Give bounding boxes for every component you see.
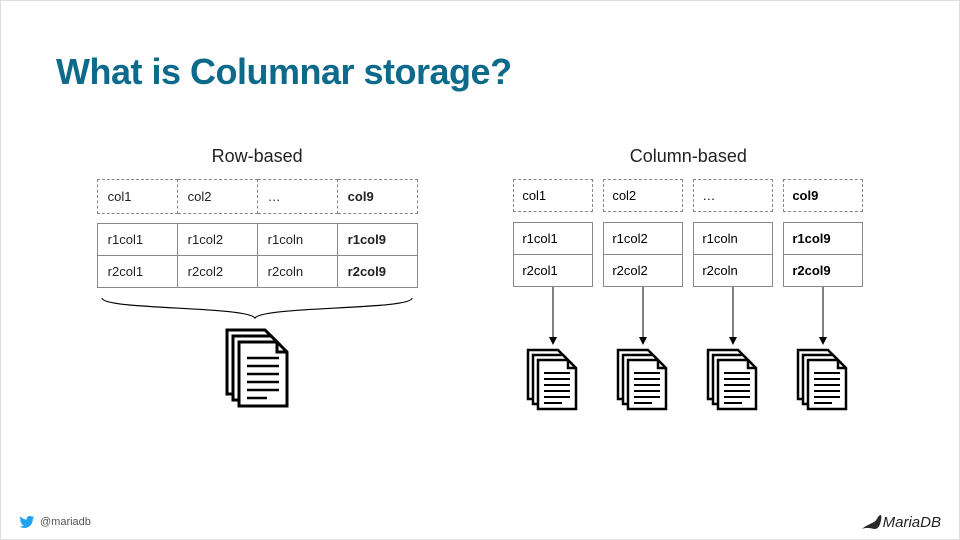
column-header: col9 — [783, 179, 863, 212]
column-based-label: Column-based — [630, 146, 747, 167]
row-header-cell: … — [257, 180, 337, 214]
column-body: r1col1 r2col1 — [513, 222, 593, 287]
twitter-handle-text: @mariadb — [40, 516, 91, 528]
row-data-row: r2col1 r2col2 r2coln r2col9 — [97, 256, 417, 288]
mariadb-seal-icon — [855, 513, 883, 531]
row-data-row: r1col1 r1col2 r1coln r1col9 — [97, 224, 417, 256]
column-unit: col1 r1col1 r2col1 — [513, 179, 593, 417]
column-cell: r2col2 — [604, 255, 682, 286]
column-header: col1 — [513, 179, 593, 212]
slide-title: What is Columnar storage? — [56, 51, 512, 93]
row-based-label: Row-based — [212, 146, 303, 167]
twitter-handle: @mariadb — [19, 514, 91, 530]
column-header: col2 — [603, 179, 683, 212]
column-set: col1 r1col1 r2col1 — [513, 179, 863, 417]
column-based-block: Column-based col1 r1col1 r2col1 — [513, 146, 863, 417]
files-icon — [702, 347, 764, 417]
row-data-cell: r2col2 — [177, 256, 257, 288]
files-icon — [612, 347, 674, 417]
slide: What is Columnar storage? Row-based col1… — [0, 0, 960, 540]
column-unit: … r1coln r2coln — [693, 179, 773, 417]
column-unit: col9 r1col9 r2col9 — [783, 179, 863, 417]
row-data-cell: r1col1 — [97, 224, 177, 256]
column-header: … — [693, 179, 773, 212]
row-header-cell: col1 — [97, 180, 177, 214]
row-based-table: col1 col2 … col9 r1col1 r1col2 r1coln r1… — [97, 179, 418, 288]
row-data-cell: r1coln — [257, 224, 337, 256]
column-cell: r2col1 — [514, 255, 592, 286]
footer: @mariadb MariaDB — [1, 513, 959, 531]
arrow-down-icon — [727, 287, 739, 347]
row-header-cell: col2 — [177, 180, 257, 214]
arrow-down-icon — [637, 287, 649, 347]
column-cell: r1coln — [694, 223, 772, 255]
twitter-icon — [19, 514, 35, 530]
mariadb-logo-text: MariaDB — [883, 514, 941, 531]
column-cell: r2coln — [694, 255, 772, 286]
diagram-area: Row-based col1 col2 … col9 r1col1 r1col2 — [1, 146, 959, 417]
row-data-cell: r2coln — [257, 256, 337, 288]
row-data-cell: r2col1 — [97, 256, 177, 288]
column-body: r1col9 r2col9 — [783, 222, 863, 287]
column-body: r1col2 r2col2 — [603, 222, 683, 287]
row-header-cell: col9 — [337, 180, 417, 214]
arrow-down-icon — [817, 287, 829, 347]
arrow-down-icon — [547, 287, 559, 347]
files-icon — [217, 326, 297, 416]
column-body: r1coln r2coln — [693, 222, 773, 287]
files-icon — [792, 347, 854, 417]
row-based-header-row: col1 col2 … col9 — [97, 180, 417, 214]
column-cell: r1col2 — [604, 223, 682, 255]
row-data-cell: r1col2 — [177, 224, 257, 256]
column-unit: col2 r1col2 r2col2 — [603, 179, 683, 417]
mariadb-logo: MariaDB — [855, 513, 941, 531]
column-cell: r1col9 — [784, 223, 862, 255]
row-data-cell: r2col9 — [337, 256, 417, 288]
column-cell: r1col1 — [514, 223, 592, 255]
row-based-block: Row-based col1 col2 … col9 r1col1 r1col2 — [97, 146, 418, 417]
brace-icon — [97, 296, 417, 326]
files-icon — [522, 347, 584, 417]
column-cell: r2col9 — [784, 255, 862, 286]
row-data-cell: r1col9 — [337, 224, 417, 256]
